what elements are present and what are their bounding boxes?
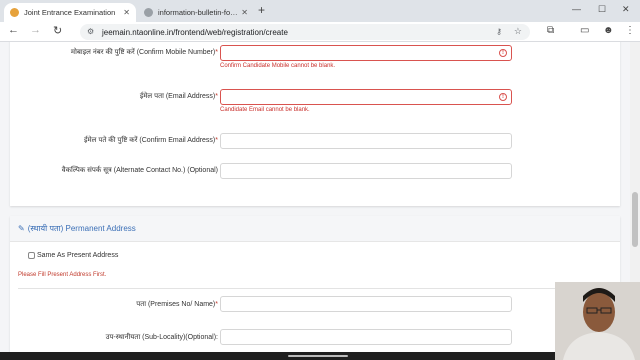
label-text: ईमेल पता (Email Address) [139,93,216,100]
contact-details-card: मोबाइल नंबर की पुष्टि करें (Confirm Mobi… [10,42,620,206]
sidebar-icon[interactable]: ▭ [580,25,589,36]
required-mark: * [215,301,218,308]
taskbar [0,352,640,360]
site-info-icon[interactable]: ⚙ [87,27,94,36]
confirm-mobile-label: मोबाइल नंबर की पुष्टि करें (Confirm Mobi… [71,48,218,57]
url-text: jeemain.ntaonline.in/frontend/web/regist… [102,27,288,37]
reload-icon[interactable]: ↻ [53,24,62,37]
email-label: ईमेल पता (Email Address)* [140,92,218,101]
back-icon[interactable]: ← [8,24,19,36]
confirm-mobile-error: Confirm Candidate Mobile cannot be blank… [220,63,336,69]
edit-icon: ✎ [18,224,25,233]
permanent-address-header: ✎ (स्थायी पता) Permanent Address [10,216,620,242]
menu-icon[interactable]: ⋮ [625,25,635,36]
required-mark: * [215,137,218,144]
label-text: पता (Premises No/ Name) [136,301,216,308]
forward-icon[interactable]: → [30,24,41,36]
error-icon: ! [499,93,507,101]
email-input[interactable]: ! [220,89,512,105]
same-as-present-label: Same As Present Address [37,252,119,259]
email-error: Candidate Email cannot be blank. [220,107,310,113]
address-bar[interactable]: ⚙ jeemain.ntaonline.in/frontend/web/regi… [80,24,530,40]
label-text: मोबाइल नंबर की पुष्टि करें (Confirm Mobi… [70,49,216,56]
required-mark: * [215,93,218,100]
tab-joint-entrance[interactable]: Joint Entrance Examination ✕ [4,3,136,22]
close-tab-icon[interactable]: ✕ [123,8,130,17]
extensions-icon[interactable]: ⧉ [547,25,554,36]
presenter-image [555,282,640,360]
confirm-email-input[interactable] [220,133,512,149]
section-title: (स्थायी पता) Permanent Address [27,224,136,233]
close-window-icon[interactable]: ✕ [622,4,630,15]
error-icon: ! [499,49,507,57]
taskbar-indicator [288,355,348,357]
tab-information-bulletin[interactable]: information-bulletin-for-je ✕ [138,3,254,22]
permanent-address-card: ✎ (स्थायी पता) Permanent Address Same As… [10,216,620,352]
label-text: ईमेल पते की पुष्टि करें (Confirm Email A… [84,137,216,144]
close-tab-icon[interactable]: ✕ [241,8,248,17]
premises-label: पता (Premises No/ Name)* [136,300,218,309]
confirm-mobile-input[interactable]: ! [220,45,512,61]
divider [18,288,612,289]
sub-locality-label: उप-स्थानीयता (Sub-Locality)(Optional): [105,334,218,341]
globe-icon [144,8,153,17]
nta-favicon-icon [10,8,19,17]
tab-strip: Joint Entrance Examination ✕ information… [0,0,640,22]
fill-present-hint: Please Fill Present Address First. [18,272,107,278]
alternate-contact-input[interactable] [220,163,512,179]
tab-title: Joint Entrance Examination [24,8,116,17]
minimize-icon[interactable]: — [572,4,581,14]
maximize-icon[interactable]: ☐ [598,4,606,15]
scrollbar-thumb[interactable] [632,192,638,247]
same-as-present-checkbox[interactable] [28,252,35,259]
confirm-email-label: ईमेल पते की पुष्टि करें (Confirm Email A… [84,136,218,145]
required-mark: * [215,49,218,56]
registration-page: मोबाइल नंबर की पुष्टि करें (Confirm Mobi… [0,42,630,352]
new-tab-icon[interactable]: + [258,3,265,17]
browser-toolbar: ← → ↻ ⚙ jeemain.ntaonline.in/frontend/we… [0,22,640,42]
profile-icon[interactable]: ☻ [603,25,614,36]
bookmark-star-icon[interactable]: ☆ [514,26,522,37]
webcam-overlay [555,282,640,360]
sub-locality-input[interactable] [220,329,512,345]
tab-title: information-bulletin-for-je [158,8,239,17]
password-key-icon[interactable]: ⚷ [496,27,502,36]
alternate-contact-label: वैकल्पिक संपर्क सूत्र (Alternate Contact… [61,167,218,174]
premises-input[interactable] [220,296,512,312]
